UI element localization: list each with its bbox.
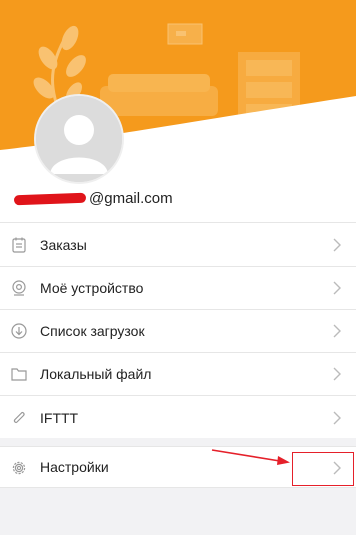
menu-item-label: Локальный файл xyxy=(40,366,152,382)
menu-item-my-device[interactable]: Моё устройство xyxy=(0,266,356,309)
menu-item-orders[interactable]: Заказы xyxy=(0,222,356,266)
default-user-icon xyxy=(36,96,122,182)
device-camera-icon xyxy=(12,280,26,296)
menu-item-local-file[interactable]: Локальный файл xyxy=(0,352,356,395)
chevron-right-icon xyxy=(333,324,341,338)
chevron-right-icon xyxy=(333,367,341,381)
folder-icon xyxy=(11,368,27,381)
annotation-arrow xyxy=(211,449,290,465)
menu-list: Заказы Моё устройство Список загрузок Ло… xyxy=(0,222,356,439)
download-icon xyxy=(11,323,27,339)
menu-item-label: Заказы xyxy=(40,236,87,253)
orders-icon xyxy=(12,237,26,253)
chevron-right-icon xyxy=(333,238,341,251)
chevron-right-icon xyxy=(333,411,341,424)
chevron-right-icon xyxy=(333,281,341,295)
annotation-highlight-box xyxy=(292,452,354,486)
avatar[interactable] xyxy=(36,96,122,182)
menu-item-ifttt[interactable]: IFTTT xyxy=(0,395,356,439)
menu-item-label: Моё устройство xyxy=(40,280,144,296)
menu-item-label: IFTTT xyxy=(40,409,79,426)
email-domain-text: @gmail.com xyxy=(89,190,173,207)
menu-item-downloads[interactable]: Список загрузок xyxy=(0,309,356,352)
link-icon xyxy=(13,411,25,423)
menu-item-label: Список загрузок xyxy=(40,323,145,339)
account-email: @gmail.com xyxy=(13,190,173,207)
gear-icon xyxy=(12,461,26,475)
redaction-mark xyxy=(13,192,87,206)
settings-label: Настройки xyxy=(40,459,109,475)
